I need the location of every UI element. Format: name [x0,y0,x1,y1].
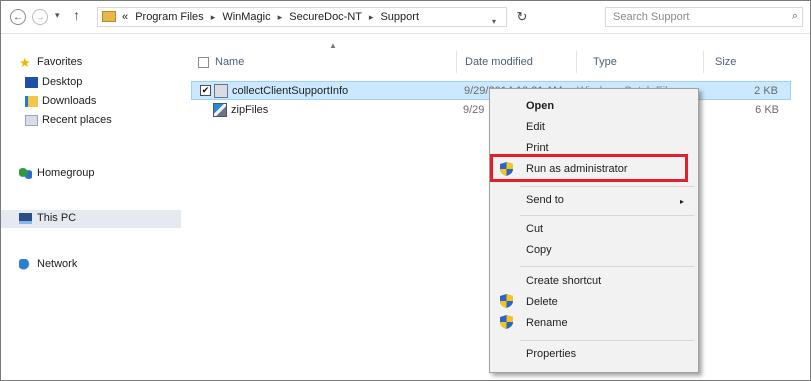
address-dropdown-icon[interactable]: ▾ [492,17,496,26]
forward-arrow-icon: → [35,12,45,23]
nav-favorites[interactable]: ★ Favorites [1,54,181,72]
file-size: 2 KB [754,85,778,97]
recent-places-icon [25,115,38,126]
menu-item-cut[interactable]: Cut [526,223,543,235]
nav-homegroup-label: Homegroup [37,167,95,179]
column-divider[interactable] [576,51,577,73]
menu-separator [520,340,694,341]
nav-downloads[interactable]: Downloads [1,93,181,111]
network-icon [19,259,32,270]
nav-network-label: Network [37,258,78,270]
menu-item-copy[interactable]: Copy [526,244,552,256]
menu-item-edit[interactable]: Edit [526,121,545,133]
column-header-date-modified[interactable]: Date modified [465,56,533,76]
select-all-checkbox[interactable] [198,57,209,68]
column-header-type[interactable]: Type [593,56,617,76]
submenu-arrow-icon: ▸ [680,197,685,206]
breadcrumb-winmagic[interactable]: WinMagic [222,11,270,23]
menu-separator [520,186,694,187]
breadcrumb: « ▸ Program Files ▸ WinMagic ▸ SecureDoc… [122,11,419,23]
context-menu: Open Edit Print Run as administrator Sen… [489,88,699,373]
nav-this-pc[interactable]: This PC [1,210,181,228]
column-divider[interactable] [703,51,704,73]
menu-item-delete[interactable]: Delete [526,296,558,308]
script-file-icon [213,103,227,117]
search-box[interactable]: Search Support ⌕ [605,7,803,27]
menu-item-properties[interactable]: Properties [526,348,576,360]
file-size: 6 KB [755,104,779,116]
nav-network[interactable]: Network [1,256,181,274]
row-checkbox[interactable]: ✔ [200,85,211,96]
menu-separator [520,215,694,216]
highlight-annotation-box [490,154,688,182]
back-button[interactable]: ← [10,9,26,25]
nav-downloads-label: Downloads [42,95,97,107]
sort-ascending-icon: ▲ [329,41,337,50]
breadcrumb-program-files[interactable]: Program Files [135,11,203,23]
file-name: collectClientSupportInfo [232,85,349,97]
folder-icon [102,11,116,22]
computer-icon [19,213,32,224]
nav-desktop-label: Desktop [42,76,83,88]
uac-shield-icon [500,294,513,308]
nav-homegroup[interactable]: Homegroup [1,165,181,183]
menu-item-create-shortcut[interactable]: Create shortcut [526,275,601,287]
file-date-modified: 9/29 [463,104,485,116]
back-arrow-icon: ← [13,12,23,23]
batch-file-icon [214,84,228,98]
menu-separator [520,266,694,267]
breadcrumb-support[interactable]: Support [380,11,419,23]
star-icon: ★ [19,55,31,70]
breadcrumb-securedoc-nt[interactable]: SecureDoc-NT [289,11,362,23]
address-bar[interactable]: « ▸ Program Files ▸ WinMagic ▸ SecureDoc… [97,7,507,27]
explorer-window: ← → ▾ ↑ « ▸ Program Files ▸ WinMagic ▸ S… [0,0,811,381]
menu-item-print[interactable]: Print [526,142,549,154]
breadcrumb-separator-icon[interactable]: ▸ [211,12,216,22]
uac-shield-icon [500,315,513,329]
file-name: zipFiles [231,104,269,116]
downloads-icon [25,96,38,107]
homegroup-icon [19,168,32,179]
nav-recent-places-label: Recent places [42,114,112,126]
search-input[interactable]: Search Support [613,11,689,23]
nav-desktop[interactable]: Desktop [1,74,181,92]
address-toolbar: ← → ▾ ↑ « ▸ Program Files ▸ WinMagic ▸ S… [1,1,810,34]
nav-recent-places[interactable]: Recent places [1,112,181,130]
menu-item-rename[interactable]: Rename [526,317,568,329]
column-divider[interactable] [456,51,457,73]
column-header-size[interactable]: Size [715,56,736,76]
up-button[interactable]: ↑ [73,7,80,23]
forward-button[interactable]: → [32,9,48,25]
breadcrumb-separator-icon[interactable]: ▸ [278,12,283,22]
desktop-icon [25,77,38,88]
refresh-button[interactable]: ↻ [513,7,531,27]
nav-this-pc-label: This PC [37,212,77,224]
column-header-name[interactable]: Name [215,56,244,76]
search-icon[interactable]: ⌕ [792,10,798,23]
breadcrumb-overflow[interactable]: « [122,11,128,23]
menu-item-open[interactable]: Open [526,100,554,112]
menu-item-send-to[interactable]: Send to [526,194,564,206]
nav-favorites-label: Favorites [37,56,83,68]
breadcrumb-separator-icon[interactable]: ▸ [369,12,374,22]
recent-locations-dropdown[interactable]: ▾ [55,10,60,21]
navigation-pane: ★ Favorites Desktop Downloads Recent pla… [1,34,181,380]
